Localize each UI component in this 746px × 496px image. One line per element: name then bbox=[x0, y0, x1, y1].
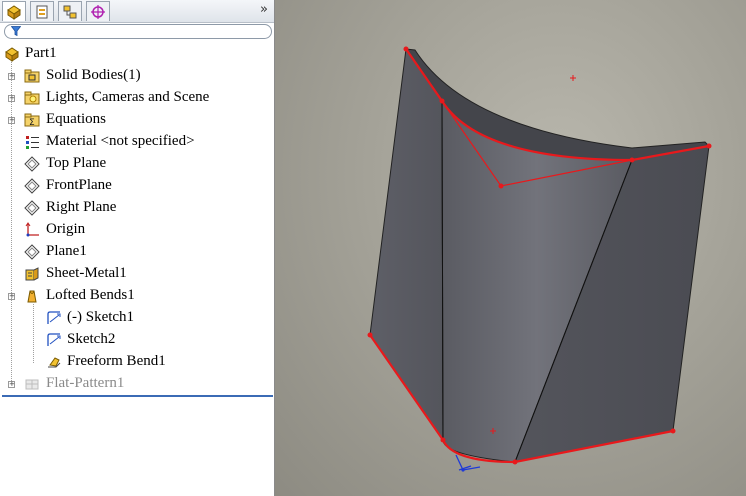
tree-item-label: FrontPlane bbox=[46, 177, 112, 193]
tree-item-right-plane[interactable]: Right Plane bbox=[0, 198, 274, 220]
graphics-area[interactable] bbox=[275, 0, 746, 496]
flat-pattern-icon bbox=[25, 379, 39, 390]
tree-item-label: Origin bbox=[46, 221, 86, 237]
svg-text:Σ: Σ bbox=[29, 118, 35, 128]
tree-item-label: Lofted Bends1 bbox=[46, 287, 135, 303]
feature-manager-tab-icon bbox=[7, 4, 21, 20]
tree-item-label: Right Plane bbox=[46, 199, 117, 215]
tree-item-label: Sketch2 bbox=[67, 331, 116, 347]
tree-item-flat-pattern1[interactable]: + Flat-Pattern1 bbox=[0, 374, 274, 396]
tree-item-sheet-metal1[interactable]: Sheet-Metal1 bbox=[0, 264, 274, 286]
tree-connector bbox=[11, 62, 12, 385]
model-view bbox=[367, 46, 712, 472]
tree-item-label: Top Plane bbox=[46, 155, 107, 171]
feature-manager-panel: » Part1 + Solid Bodies(1) + Lights, Cameras … bbox=[0, 0, 275, 496]
tree-item-lights-cameras-and-scene[interactable]: + Lights, Cameras and Scene bbox=[0, 88, 274, 110]
solid-bodies-folder-icon bbox=[24, 69, 40, 83]
plane-icon bbox=[24, 200, 40, 216]
tree-item-label: Plane1 bbox=[46, 243, 87, 259]
tree-item-label: (-) Sketch1 bbox=[67, 309, 135, 325]
sketch-icon bbox=[47, 333, 61, 346]
rollback-bar[interactable] bbox=[2, 395, 273, 397]
equations-folder-icon: Σ bbox=[24, 113, 40, 128]
tree-item-label: Equations bbox=[46, 111, 106, 127]
dimxpert-manager-tab-icon bbox=[91, 4, 105, 19]
tree-item-sketch2[interactable]: Sketch2 bbox=[0, 330, 274, 352]
tree-item-label: Lights, Cameras and Scene bbox=[46, 89, 210, 105]
plane-icon bbox=[24, 156, 40, 172]
feature-tree-filter-input[interactable] bbox=[4, 24, 272, 39]
tree-item-frontplane[interactable]: FrontPlane bbox=[0, 176, 274, 198]
tree-item-plane1[interactable]: Plane1 bbox=[0, 242, 274, 264]
tree-item-freeform-bend1[interactable]: Freeform Bend1 bbox=[0, 352, 274, 374]
tree-item-label: Flat-Pattern1 bbox=[46, 375, 125, 391]
tree-item-label: Sheet-Metal1 bbox=[46, 265, 127, 281]
tree-item-part1[interactable]: Part1 bbox=[0, 44, 274, 66]
tree-item-sketch1[interactable]: (-) Sketch1 bbox=[0, 308, 274, 330]
tree-item-label: Freeform Bend1 bbox=[67, 353, 166, 369]
manager-tab-strip: » bbox=[0, 0, 274, 23]
center-mark-icon bbox=[570, 75, 576, 81]
feature-manager-tab[interactable] bbox=[2, 1, 26, 21]
left-flat-face[interactable] bbox=[369, 47, 444, 442]
plane-icon bbox=[24, 244, 40, 260]
tree-item-label: Solid Bodies(1) bbox=[46, 67, 141, 83]
tree-item-origin[interactable]: Origin bbox=[0, 220, 274, 242]
tree-item-label: Material <not specified> bbox=[46, 133, 195, 149]
material-icon bbox=[26, 136, 39, 149]
tree-item-lofted-bends1[interactable]: + Lofted Bends1 bbox=[0, 286, 274, 308]
lofted-bends-icon bbox=[27, 290, 37, 303]
tree-item-top-plane[interactable]: Top Plane bbox=[0, 154, 274, 176]
sketch-icon bbox=[47, 311, 61, 324]
plane-icon bbox=[24, 178, 40, 194]
origin-icon bbox=[25, 222, 39, 237]
freeform-bend-icon bbox=[48, 357, 61, 368]
configuration-manager-tab-icon bbox=[63, 5, 77, 18]
tree-item-label: Part1 bbox=[25, 45, 57, 61]
property-manager-tab-icon bbox=[36, 5, 48, 18]
lights-folder-icon bbox=[24, 91, 40, 105]
tree-connector bbox=[33, 304, 34, 363]
tree-item-equations[interactable]: + Σ Equations bbox=[0, 110, 274, 132]
sheet-metal-icon bbox=[25, 267, 39, 281]
configuration-manager-tab[interactable] bbox=[58, 1, 82, 21]
filter-icon bbox=[11, 26, 21, 36]
tree-item-material-not-specified[interactable]: Material <not specified> bbox=[0, 132, 274, 154]
more-tabs-chevron-icon[interactable]: » bbox=[260, 2, 268, 17]
part-icon bbox=[5, 47, 19, 62]
tree-item-solid-bodies-1[interactable]: + Solid Bodies(1) bbox=[0, 66, 274, 88]
property-manager-tab[interactable] bbox=[30, 1, 54, 21]
dimxpert-manager-tab[interactable] bbox=[86, 1, 110, 21]
